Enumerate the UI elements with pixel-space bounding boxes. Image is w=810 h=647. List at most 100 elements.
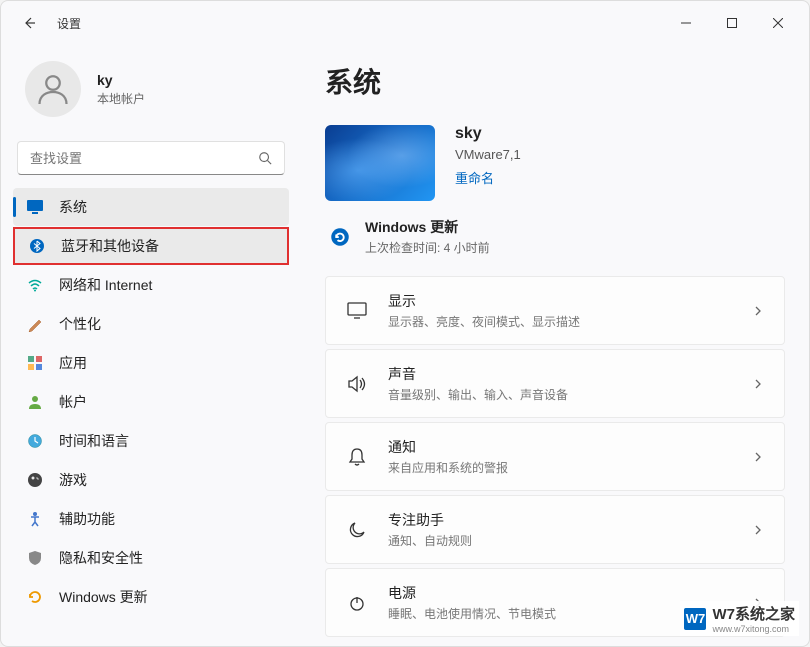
search-input[interactable]: [30, 151, 258, 166]
sidebar-item-accessibility[interactable]: 辅助功能: [13, 500, 289, 538]
row-title: 通知: [388, 437, 752, 457]
sidebar: ky 本地帐户 系统 蓝牙和其他设备 网络和 In: [1, 45, 301, 646]
device-section: sky VMware7,1 重命名: [325, 125, 785, 201]
update-info: Windows 更新 上次检查时间: 4 小时前: [365, 217, 490, 256]
device-model: VMware7,1: [455, 147, 521, 162]
back-button[interactable]: [9, 3, 49, 43]
accounts-icon: [25, 392, 45, 412]
person-icon: [35, 71, 71, 107]
nav-label: 时间和语言: [59, 431, 129, 451]
update-title: Windows 更新: [365, 217, 490, 237]
device-info: sky VMware7,1 重命名: [455, 125, 521, 188]
nav-label: 游戏: [59, 470, 87, 490]
page-title: 系统: [325, 45, 785, 125]
close-button[interactable]: [755, 7, 801, 39]
notifications-icon: [346, 446, 368, 468]
watermark: W7 W7系统之家 www.w7xitong.com: [680, 601, 799, 636]
sidebar-item-apps[interactable]: 应用: [13, 344, 289, 382]
accessibility-icon: [25, 509, 45, 529]
row-title: 显示: [388, 291, 752, 311]
sidebar-item-gaming[interactable]: 游戏: [13, 461, 289, 499]
setting-row-notifications[interactable]: 通知 来自应用和系统的警报: [325, 422, 785, 491]
display-icon: [346, 300, 368, 322]
nav-label: 个性化: [59, 314, 101, 334]
settings-window: 设置 ky 本地帐户: [0, 0, 810, 647]
row-sub: 显示器、亮度、夜间模式、显示描述: [388, 313, 752, 330]
sidebar-item-accounts[interactable]: 帐户: [13, 383, 289, 421]
sidebar-item-update[interactable]: Windows 更新: [13, 578, 289, 616]
time-icon: [25, 431, 45, 451]
search-box[interactable]: [17, 141, 285, 175]
row-text: 专注助手 通知、自动规则: [388, 510, 752, 549]
watermark-sub: www.w7xitong.com: [712, 624, 795, 634]
nav-label: 系统: [59, 197, 87, 217]
nav-label: 隐私和安全性: [59, 548, 143, 568]
chevron-right-icon: [752, 305, 764, 317]
system-icon: [25, 197, 45, 217]
sidebar-item-bluetooth[interactable]: 蓝牙和其他设备: [13, 227, 289, 265]
row-title: 电源: [388, 583, 752, 603]
app-title: 设置: [57, 15, 81, 32]
device-name: sky: [455, 125, 521, 143]
user-section[interactable]: ky 本地帐户: [13, 45, 289, 141]
row-text: 声音 音量级别、输出、输入、声音设备: [388, 364, 752, 403]
settings-list: 显示 显示器、亮度、夜间模式、显示描述 声音 音量级别、输出、输入、声音设备: [325, 276, 785, 637]
row-text: 通知 来自应用和系统的警报: [388, 437, 752, 476]
row-sub: 来自应用和系统的警报: [388, 459, 752, 476]
row-sub: 通知、自动规则: [388, 532, 752, 549]
sidebar-item-system[interactable]: 系统: [13, 188, 289, 226]
nav-list: 系统 蓝牙和其他设备 网络和 Internet 个性化 应用: [13, 187, 289, 646]
sidebar-item-time[interactable]: 时间和语言: [13, 422, 289, 460]
sidebar-item-network[interactable]: 网络和 Internet: [13, 266, 289, 304]
sidebar-item-privacy[interactable]: 隐私和安全性: [13, 539, 289, 577]
minimize-button[interactable]: [663, 7, 709, 39]
power-icon: [346, 592, 368, 614]
avatar: [25, 61, 81, 117]
titlebar: 设置: [1, 1, 809, 45]
nav-label: 辅助功能: [59, 509, 115, 529]
chevron-right-icon: [752, 451, 764, 463]
search-icon: [258, 151, 272, 165]
nav-label: 蓝牙和其他设备: [61, 236, 159, 256]
setting-row-focus[interactable]: 专注助手 通知、自动规则: [325, 495, 785, 564]
nav-label: Windows 更新: [59, 587, 148, 607]
nav-label: 帐户: [59, 392, 87, 412]
network-icon: [25, 275, 45, 295]
window-controls: [663, 7, 801, 39]
update-section[interactable]: Windows 更新 上次检查时间: 4 小时前: [325, 213, 785, 276]
chevron-right-icon: [752, 524, 764, 536]
sound-icon: [346, 373, 368, 395]
gaming-icon: [25, 470, 45, 490]
device-thumbnail[interactable]: [325, 125, 435, 201]
privacy-icon: [25, 548, 45, 568]
nav-label: 应用: [59, 353, 87, 373]
rename-link[interactable]: 重命名: [455, 168, 494, 187]
focus-icon: [346, 519, 368, 541]
back-arrow-icon: [21, 15, 37, 31]
user-info: ky 本地帐户: [97, 72, 145, 107]
chevron-right-icon: [752, 378, 764, 390]
watermark-text: W7系统之家: [712, 603, 795, 624]
row-text: 显示 显示器、亮度、夜间模式、显示描述: [388, 291, 752, 330]
setting-row-display[interactable]: 显示 显示器、亮度、夜间模式、显示描述: [325, 276, 785, 345]
apps-icon: [25, 353, 45, 373]
windows-update-icon: [329, 226, 351, 248]
row-title: 声音: [388, 364, 752, 384]
update-sub: 上次检查时间: 4 小时前: [365, 239, 490, 256]
user-name: ky: [97, 72, 145, 88]
close-icon: [773, 18, 783, 28]
user-type: 本地帐户: [97, 90, 145, 107]
maximize-icon: [727, 18, 737, 28]
content-area: ky 本地帐户 系统 蓝牙和其他设备 网络和 In: [1, 45, 809, 646]
minimize-icon: [681, 18, 691, 28]
nav-label: 网络和 Internet: [59, 275, 152, 295]
row-sub: 音量级别、输出、输入、声音设备: [388, 386, 752, 403]
personalize-icon: [25, 314, 45, 334]
setting-row-sound[interactable]: 声音 音量级别、输出、输入、声音设备: [325, 349, 785, 418]
maximize-button[interactable]: [709, 7, 755, 39]
watermark-badge: W7: [684, 608, 706, 630]
sidebar-item-personalize[interactable]: 个性化: [13, 305, 289, 343]
row-title: 专注助手: [388, 510, 752, 530]
update-icon: [25, 587, 45, 607]
watermark-text-wrap: W7系统之家 www.w7xitong.com: [712, 603, 795, 634]
